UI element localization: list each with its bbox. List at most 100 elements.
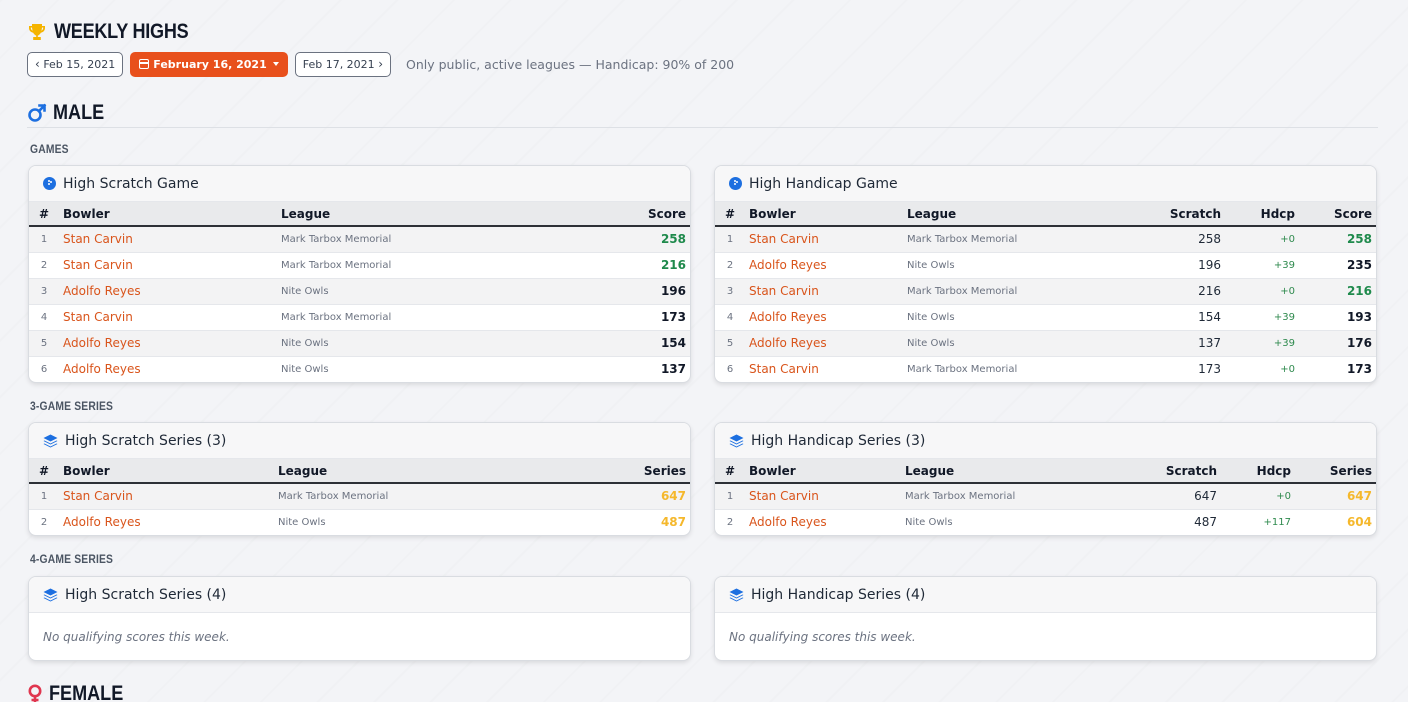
rank-cell: 2 bbox=[29, 252, 59, 279]
layers-icon bbox=[43, 588, 58, 601]
bowling-ball-icon bbox=[729, 177, 742, 190]
league-cell: Nite Owls bbox=[277, 330, 577, 357]
series-cell: 647 bbox=[1295, 483, 1376, 510]
bowler-link[interactable]: Stan Carvin bbox=[745, 356, 903, 382]
bowler-link[interactable]: Adolfo Reyes bbox=[745, 509, 901, 535]
league-cell: Mark Tarbox Memorial bbox=[277, 252, 577, 279]
bowler-link[interactable]: Adolfo Reyes bbox=[59, 278, 277, 305]
scratch-cell: 137 bbox=[1163, 330, 1225, 357]
card-header: High Handicap Series (4) bbox=[715, 577, 1376, 613]
table-row: 2 Stan Carvin Mark Tarbox Memorial 216 bbox=[29, 252, 690, 279]
scratch-cell: 258 bbox=[1163, 226, 1225, 253]
score-cell: 258 bbox=[1299, 226, 1376, 253]
league-cell: Nite Owls bbox=[905, 516, 953, 528]
col-rank: # bbox=[29, 459, 59, 484]
bowler-link[interactable]: Stan Carvin bbox=[745, 278, 903, 305]
bowler-link[interactable]: Adolfo Reyes bbox=[59, 356, 277, 382]
col-scratch: Scratch bbox=[1163, 202, 1225, 227]
page-title: WEEKLY HIGHS bbox=[54, 20, 189, 43]
prev-date-button[interactable]: ‹ Feb 15, 2021 bbox=[27, 51, 124, 77]
score-cell: 258 bbox=[577, 226, 690, 253]
table-row: 4 Adolfo Reyes Nite Owls 154 +39 193 bbox=[715, 304, 1376, 331]
card-header: High Scratch Game bbox=[29, 166, 690, 202]
hdcp-cell: +117 bbox=[1263, 516, 1291, 528]
league-cell: Mark Tarbox Memorial bbox=[907, 363, 1018, 375]
score-cell: 173 bbox=[1346, 362, 1372, 377]
high-scratch-game-table: # Bowler League Score 1 Stan Carvin Mark T… bbox=[29, 202, 690, 382]
female-icon bbox=[28, 684, 42, 702]
card-title: High Scratch Game bbox=[63, 175, 199, 192]
table-row: 6 Adolfo Reyes Nite Owls 137 bbox=[29, 356, 690, 382]
bowler-link[interactable]: Adolfo Reyes bbox=[745, 330, 903, 357]
card-title: High Handicap Game bbox=[749, 175, 898, 192]
female-section-header: FEMALE bbox=[27, 682, 1378, 702]
trophy-icon bbox=[29, 24, 45, 40]
bowler-link[interactable]: Stan Carvin bbox=[745, 483, 901, 510]
prev-date-label: Feb 15, 2021 bbox=[43, 57, 116, 71]
card-title: High Scratch Series (3) bbox=[65, 432, 227, 449]
table-row: 3 Stan Carvin Mark Tarbox Memorial 216 +0 216 bbox=[715, 278, 1376, 305]
series-cell: 647 bbox=[574, 483, 690, 510]
layers-icon bbox=[729, 588, 744, 601]
col-hdcp: Hdcp bbox=[1221, 459, 1295, 484]
table-row: 5 Adolfo Reyes Nite Owls 154 bbox=[29, 330, 690, 357]
bowler-link[interactable]: Adolfo Reyes bbox=[745, 304, 903, 331]
card-header: High Scratch Series (3) bbox=[29, 423, 690, 459]
rank-cell: 5 bbox=[715, 330, 745, 357]
rank-cell: 4 bbox=[715, 304, 745, 331]
bowler-link[interactable]: Adolfo Reyes bbox=[59, 509, 274, 535]
chevron-left-icon: ‹ bbox=[35, 57, 40, 71]
male-section-header: MALE bbox=[27, 98, 1378, 128]
high-scratch-series3-card: High Scratch Series (3) # Bowler League … bbox=[28, 422, 691, 536]
table-row: 1 Stan Carvin Mark Tarbox Memorial 258 +0 258 bbox=[715, 226, 1376, 253]
col-league: League bbox=[274, 459, 574, 484]
card-title: High Handicap Series (4) bbox=[751, 586, 926, 603]
score-cell: 176 bbox=[1299, 330, 1376, 357]
female-title: FEMALE bbox=[49, 682, 124, 702]
layers-icon bbox=[729, 434, 744, 447]
caret-down-icon bbox=[272, 62, 279, 66]
scratch-cell: 196 bbox=[1163, 252, 1225, 279]
filter-note: Only public, active leagues — Handicap: … bbox=[406, 56, 735, 72]
chevron-right-icon: › bbox=[378, 57, 383, 71]
bowler-link[interactable]: Stan Carvin bbox=[59, 226, 277, 253]
bowler-link[interactable]: Stan Carvin bbox=[59, 304, 277, 331]
rank-cell: 3 bbox=[715, 278, 745, 305]
page-header: WEEKLY HIGHS bbox=[27, 20, 210, 44]
league-cell: Mark Tarbox Memorial bbox=[901, 483, 1159, 510]
col-bowler: Bowler bbox=[745, 202, 903, 227]
table-row: 1 Stan Carvin Mark Tarbox Memorial 258 bbox=[29, 226, 690, 253]
next-date-label: Feb 17, 2021 bbox=[302, 57, 375, 71]
empty-message: No qualifying scores this week. bbox=[729, 629, 916, 644]
series-cell: 487 bbox=[660, 515, 686, 530]
hdcp-cell: +0 bbox=[1280, 363, 1295, 375]
rank-cell: 2 bbox=[40, 516, 48, 528]
bowler-link[interactable]: Adolfo Reyes bbox=[745, 252, 903, 279]
league-cell: Mark Tarbox Memorial bbox=[903, 278, 1163, 305]
table-row: 4 Stan Carvin Mark Tarbox Memorial 173 bbox=[29, 304, 690, 331]
next-date-button[interactable]: Feb 17, 2021 › bbox=[294, 51, 391, 77]
col-league: League bbox=[901, 459, 1159, 484]
col-league: League bbox=[277, 202, 577, 227]
layers-icon bbox=[43, 434, 58, 447]
bowler-link[interactable]: Stan Carvin bbox=[745, 226, 903, 253]
high-handicap-series3-table: # Bowler League Scratch Hdcp Series 1 Sta… bbox=[715, 459, 1376, 535]
table-row: 6 Stan Carvin Mark Tarbox Memorial 173 +0 173 bbox=[715, 356, 1376, 382]
league-cell: Mark Tarbox Memorial bbox=[274, 483, 574, 510]
score-cell: 235 bbox=[1299, 252, 1376, 279]
rank-cell: 1 bbox=[29, 226, 59, 253]
score-cell: 173 bbox=[577, 304, 690, 331]
league-cell: Mark Tarbox Memorial bbox=[277, 304, 577, 331]
league-cell: Nite Owls bbox=[281, 363, 329, 375]
current-date-dropdown[interactable]: February 16, 2021 bbox=[130, 51, 288, 77]
bowler-link[interactable]: Stan Carvin bbox=[59, 252, 277, 279]
scratch-cell: 173 bbox=[1198, 362, 1221, 377]
empty-message: No qualifying scores this week. bbox=[43, 629, 230, 644]
rank-cell: 6 bbox=[726, 363, 734, 375]
bowler-link[interactable]: Adolfo Reyes bbox=[59, 330, 277, 357]
bowler-link[interactable]: Stan Carvin bbox=[59, 483, 274, 510]
card-header: High Handicap Series (3) bbox=[715, 423, 1376, 459]
card-title: High Scratch Series (4) bbox=[65, 586, 227, 603]
hdcp-cell: +39 bbox=[1225, 304, 1299, 331]
rank-cell: 1 bbox=[715, 483, 745, 510]
